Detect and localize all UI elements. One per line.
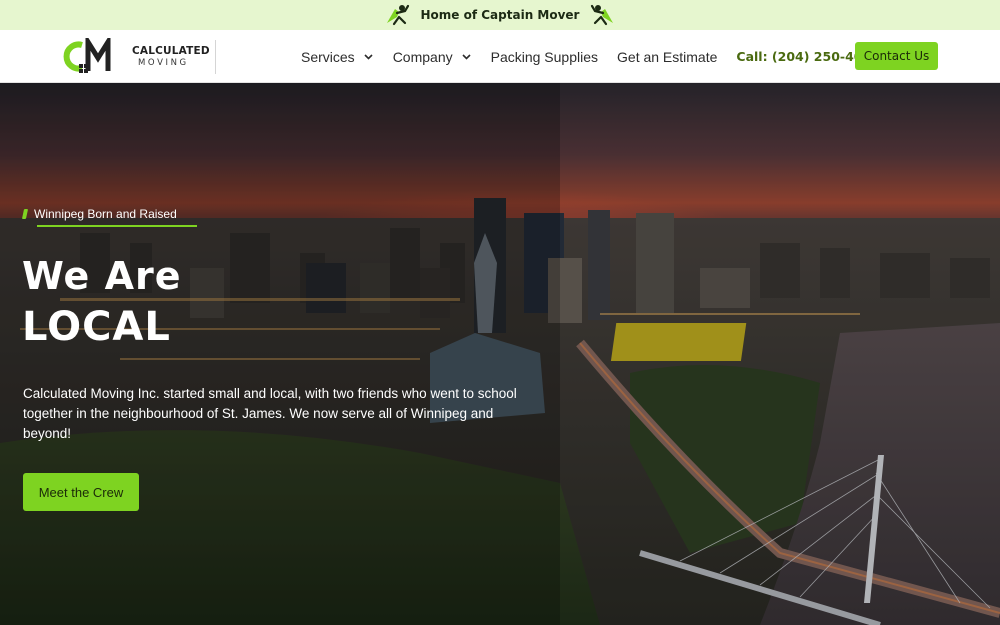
chevron-down-icon — [462, 53, 471, 60]
eyebrow-text: Winnipeg Born and Raised — [34, 207, 177, 221]
headline-line-2: LOCAL — [22, 304, 171, 351]
chevron-down-icon — [364, 53, 373, 60]
eyebrow-accent — [21, 209, 29, 219]
logo-mark-icon — [63, 38, 111, 73]
winnipeg-skyline-image — [0, 83, 1000, 625]
hero-headline: We Are LOCAL — [22, 251, 181, 354]
logo-word-moving: MOVING — [138, 57, 189, 68]
eyebrow-underline — [37, 225, 197, 227]
nav-packing-supplies[interactable]: Packing Supplies — [491, 49, 598, 65]
meet-the-crew-button[interactable]: Meet the Crew — [23, 473, 139, 511]
nav-get-estimate[interactable]: Get an Estimate — [617, 49, 717, 65]
eyebrow: Winnipeg Born and Raised — [21, 207, 177, 221]
hero-section: Winnipeg Born and Raised We Are LOCAL Ca… — [0, 83, 1000, 625]
top-banner: Home of Captain Mover — [0, 0, 1000, 30]
nav-services-label: Services — [301, 48, 355, 65]
nav-company-label: Company — [392, 48, 453, 65]
nav-company[interactable]: Company — [393, 49, 471, 65]
site-header: CALCULATED MOVING Services Company Packi… — [0, 30, 1000, 83]
contact-us-button[interactable]: Contact Us — [855, 42, 938, 70]
headline-line-1: We Are — [22, 254, 182, 298]
logo[interactable]: CALCULATED MOVING — [62, 38, 210, 75]
logo-word-calculated: CALCULATED — [132, 45, 210, 57]
hero-description: Calculated Moving Inc. started small and… — [23, 386, 517, 441]
banner-text: Home of Captain Mover — [420, 8, 580, 22]
flying-hero-icon — [591, 4, 614, 26]
nav-services[interactable]: Services — [301, 49, 373, 65]
main-nav: Services Company Packing Supplies Get an… — [301, 30, 880, 83]
header-divider — [215, 40, 216, 74]
flying-hero-icon — [386, 4, 409, 26]
